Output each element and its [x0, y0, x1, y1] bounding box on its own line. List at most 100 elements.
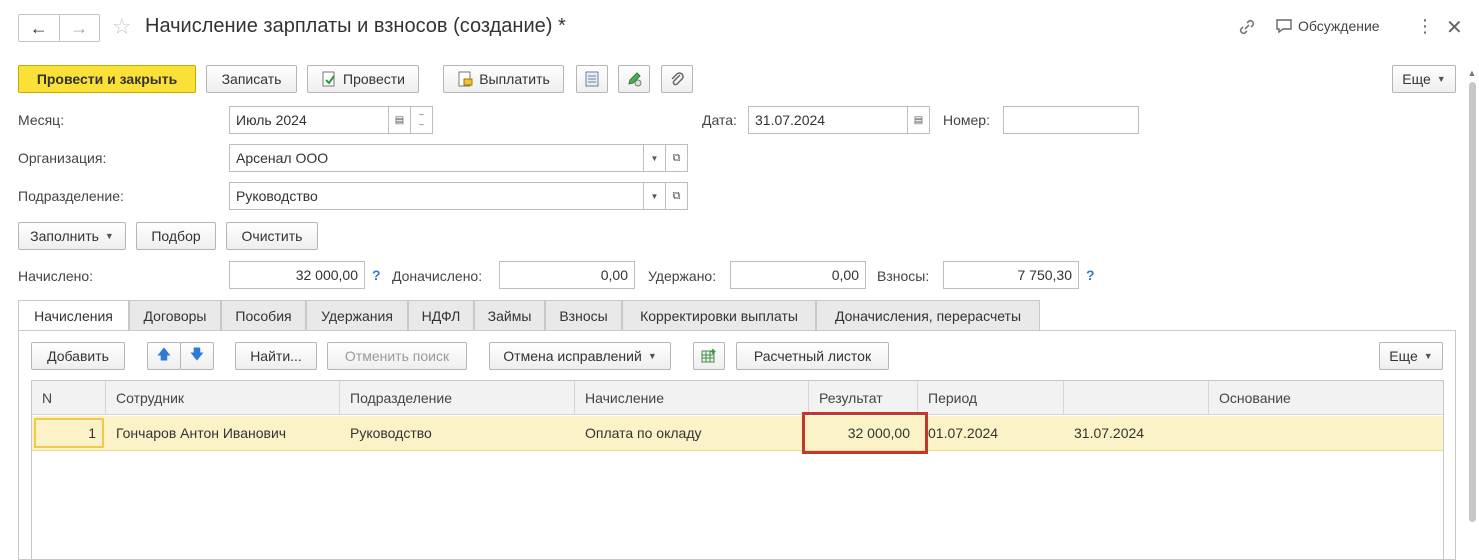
withheld-label: Удержано: [648, 268, 717, 284]
tab-loans[interactable]: Займы [474, 300, 545, 330]
chevron-down-icon: ▼ [1436, 74, 1446, 84]
pencil-icon [628, 72, 642, 87]
col-header-accrual[interactable]: Начисление [575, 381, 809, 414]
post-button-label: Провести [343, 71, 405, 87]
tab-benefits[interactable]: Пособия [221, 300, 306, 330]
pay-doc-icon [458, 71, 473, 87]
organization-input[interactable]: Арсенал ООО [229, 144, 644, 172]
basis-cell[interactable] [1209, 416, 1443, 450]
period-end-cell[interactable]: 31.07.2024 [1064, 416, 1209, 450]
number-label: Номер: [943, 112, 990, 128]
link-icon[interactable] [1237, 17, 1257, 42]
table-more-button[interactable]: Еще ▼ [1379, 342, 1443, 370]
contributions-help-icon[interactable]: ? [1086, 267, 1095, 283]
tab-payment-corrections[interactable]: Корректировки выплаты [622, 300, 816, 330]
stepper-up-icon[interactable]: – [419, 110, 423, 120]
forward-arrow-icon[interactable]: → [60, 15, 100, 41]
cancel-search-button[interactable]: Отменить поиск [327, 342, 467, 370]
date-calendar-icon[interactable]: ▤ [908, 106, 930, 134]
post-and-close-button[interactable]: Провести и закрыть [18, 65, 196, 93]
fill-button[interactable]: Заполнить ▼ [18, 222, 126, 250]
pay-button-label: Выплатить [479, 71, 550, 87]
arrow-up-icon: 🡅 [156, 346, 172, 362]
scrollbar[interactable]: ▲ [1466, 68, 1478, 554]
stepper-down-icon[interactable]: – [419, 120, 423, 130]
col-header-employee[interactable]: Сотрудник [106, 381, 340, 414]
window-title: Начисление зарплаты и взносов (создание)… [145, 15, 566, 37]
month-input[interactable]: Июль 2024 [229, 106, 389, 134]
find-button[interactable]: Найти... [235, 342, 317, 370]
cancel-corrections-button[interactable]: Отмена исправлений ▼ [489, 342, 671, 370]
report-button[interactable] [576, 65, 608, 93]
col-header-result[interactable]: Результат [809, 381, 918, 414]
scroll-up-arrow-icon[interactable]: ▲ [1466, 68, 1478, 78]
tab-ndfl[interactable]: НДФЛ [408, 300, 474, 330]
department-open-icon[interactable]: ⧉ [666, 182, 688, 210]
post-doc-icon [322, 71, 335, 87]
row-number-cell[interactable]: 1 [34, 418, 104, 448]
back-arrow-icon[interactable]: ← [19, 15, 60, 41]
date-input[interactable]: 31.07.2024 [748, 106, 908, 134]
tab-contributions[interactable]: Взносы [545, 300, 622, 330]
scroll-thumb[interactable] [1468, 82, 1476, 522]
tab-accruals[interactable]: Начисления [18, 300, 129, 331]
move-down-button[interactable]: 🡇 [180, 342, 214, 370]
month-stepper[interactable]: – – [411, 106, 433, 134]
save-button[interactable]: Записать [206, 65, 297, 93]
department-cell[interactable]: Руководство [340, 416, 575, 450]
department-dropdown-icon[interactable]: ▼ [644, 182, 666, 210]
add-button[interactable]: Добавить [31, 342, 125, 370]
department-label: Подразделение: [18, 188, 124, 204]
result-highlight-box [802, 412, 928, 454]
col-header-n[interactable]: N [32, 381, 106, 414]
post-button[interactable]: Провести [307, 65, 419, 93]
additional-value: 0,00 [499, 261, 635, 289]
month-label: Месяц: [18, 112, 65, 128]
tab-contracts[interactable]: Договоры [129, 300, 221, 330]
more-button-label: Еще [1402, 71, 1431, 87]
close-icon[interactable]: ✕ [1446, 15, 1463, 40]
accrual-cell[interactable]: Оплата по окладу [575, 416, 809, 450]
contributions-value: 7 750,30 [943, 261, 1079, 289]
organization-open-icon[interactable]: ⧉ [666, 144, 688, 172]
accrued-value: 32 000,00 [229, 261, 365, 289]
accrued-label: Начислено: [18, 268, 94, 284]
withheld-value: 0,00 [730, 261, 866, 289]
col-header-basis[interactable]: Основание [1209, 381, 1443, 414]
edit-button[interactable] [618, 65, 650, 93]
attach-button[interactable] [661, 65, 693, 93]
period-start-cell[interactable]: 01.07.2024 [918, 416, 1064, 450]
payslip-button[interactable]: Расчетный листок [736, 342, 889, 370]
cancel-corrections-label: Отмена исправлений [503, 348, 642, 364]
discussion-button[interactable]: Обсуждение [1275, 18, 1380, 34]
select-button[interactable]: Подбор [136, 222, 216, 250]
employee-cell[interactable]: Гончаров Антон Иванович [106, 416, 340, 450]
accrued-help-icon[interactable]: ? [372, 267, 381, 283]
kebab-menu-icon[interactable]: ⋮ [1416, 16, 1434, 37]
more-button[interactable]: Еще ▼ [1392, 65, 1456, 93]
chevron-down-icon: ▼ [104, 231, 114, 241]
fill-button-label: Заполнить [30, 228, 99, 244]
col-header-department[interactable]: Подразделение [340, 381, 575, 414]
table-add-icon [701, 349, 716, 363]
number-input[interactable] [1003, 106, 1139, 134]
tab-recalculations[interactable]: Доначисления, перерасчеты [816, 300, 1040, 330]
col-header-period-end[interactable] [1064, 381, 1209, 414]
col-header-period[interactable]: Период [918, 381, 1064, 414]
discussion-label: Обсуждение [1298, 18, 1380, 34]
additional-label: Доначислено: [392, 268, 483, 284]
calendar-icon[interactable]: ▤ [389, 106, 411, 134]
department-input[interactable]: Руководство [229, 182, 644, 210]
arrow-down-icon: 🡇 [189, 346, 205, 362]
pay-button[interactable]: Выплатить [443, 65, 564, 93]
table-settings-button[interactable] [693, 342, 725, 370]
move-up-button[interactable]: 🡅 [147, 342, 181, 370]
date-label: Дата: [702, 112, 737, 128]
chevron-down-icon: ▼ [647, 351, 657, 361]
organization-dropdown-icon[interactable]: ▼ [644, 144, 666, 172]
list-icon [585, 71, 599, 87]
tab-deductions[interactable]: Удержания [306, 300, 408, 330]
favorite-star-icon[interactable]: ☆ [112, 14, 132, 40]
organization-label: Организация: [18, 150, 107, 166]
clear-button[interactable]: Очистить [226, 222, 318, 250]
